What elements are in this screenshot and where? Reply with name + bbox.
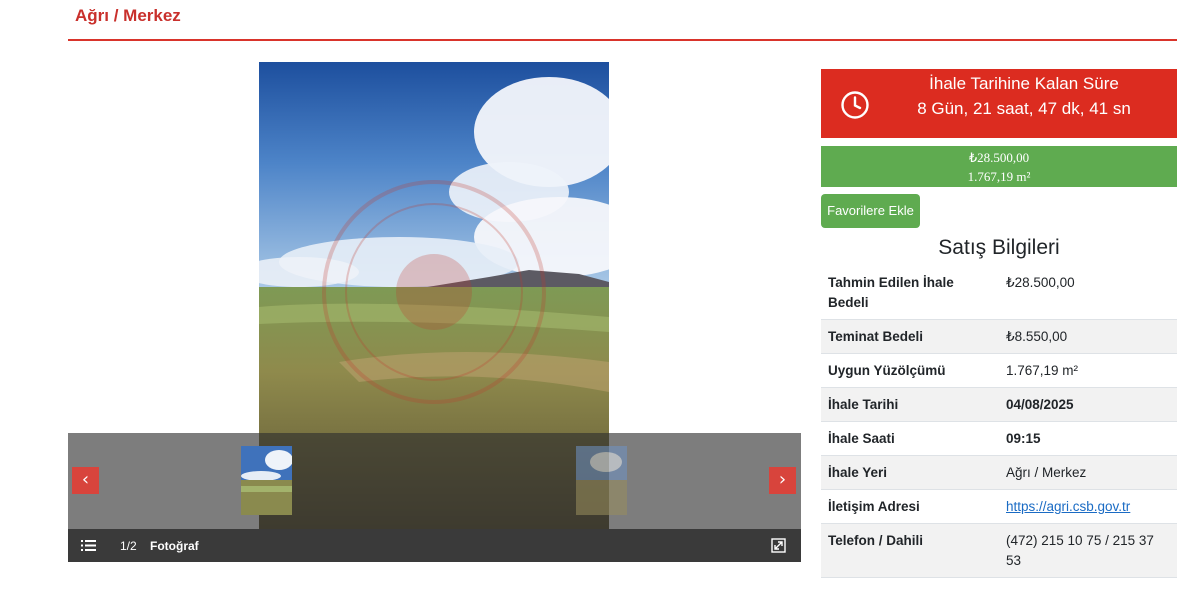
thumbnail-strip xyxy=(68,433,801,529)
prev-photo-button[interactable]: ‹ xyxy=(72,467,99,494)
row-value: (472) 215 10 75 / 215 37 53 xyxy=(999,523,1177,578)
next-photo-button[interactable]: › xyxy=(769,467,796,494)
row-label: Telefon / Dahili xyxy=(821,523,999,578)
row-label: İhale Saati xyxy=(821,421,999,456)
row-value: 09:15 xyxy=(999,421,1177,456)
countdown-title: İhale Tarihine Kalan Süre xyxy=(929,74,1119,93)
table-row: Telefon / Dahili (472) 215 10 75 / 215 3… xyxy=(821,523,1177,578)
price-summary: ₺28.500,00 1.767,19 m² xyxy=(821,146,1177,187)
table-row: Uygun Yüzölçümü 1.767,19 m² xyxy=(821,353,1177,388)
row-value: ₺8.550,00 xyxy=(999,319,1177,354)
table-row: Tahmin Edilen İhale Bedeli ₺28.500,00 xyxy=(821,266,1177,320)
table-row: İhale Saati 09:15 xyxy=(821,421,1177,456)
gallery-toolbar: 1/2 Fotoğraf xyxy=(68,529,801,562)
table-row: İhale Yeri Ağrı / Merkez xyxy=(821,455,1177,490)
table-row: Teminat Bedeli ₺8.550,00 xyxy=(821,319,1177,354)
sales-info-table: Tahmin Edilen İhale Bedeli ₺28.500,00 Te… xyxy=(821,266,1177,578)
contact-address-link[interactable]: https://agri.csb.gov.tr xyxy=(1006,499,1130,514)
list-icon[interactable] xyxy=(81,538,96,553)
title-divider xyxy=(68,39,1177,41)
clock-icon xyxy=(841,91,869,119)
thumbnail-1[interactable] xyxy=(241,446,292,515)
sales-info-title: Satış Bilgileri xyxy=(938,236,1060,259)
countdown-value: 8 Gün, 21 saat, 47 dk, 41 sn xyxy=(917,99,1131,118)
row-value: https://agri.csb.gov.tr xyxy=(999,489,1177,524)
photo-counter: 1/2 xyxy=(120,539,137,553)
fullscreen-icon[interactable] xyxy=(771,538,786,553)
row-value: 1.767,19 m² xyxy=(999,353,1177,388)
price-area: 1.767,19 m² xyxy=(967,169,1031,184)
price-amount: ₺28.500,00 xyxy=(968,150,1030,165)
row-label: İletişim Adresi xyxy=(821,489,999,524)
row-label: Teminat Bedeli xyxy=(821,319,999,354)
row-label: İhale Tarihi xyxy=(821,387,999,422)
row-value: 04/08/2025 xyxy=(999,387,1177,422)
table-row: İhale Tarihi 04/08/2025 xyxy=(821,387,1177,422)
add-to-favorites-button[interactable]: Favorilere Ekle xyxy=(821,194,920,228)
page-title: Ağrı / Merkez xyxy=(75,6,181,25)
countdown-box: İhale Tarihine Kalan Süre 8 Gün, 21 saat… xyxy=(821,69,1177,138)
row-value: Ağrı / Merkez xyxy=(999,455,1177,490)
photo-caption: Fotoğraf xyxy=(150,539,199,553)
thumbnail-2[interactable] xyxy=(576,446,627,515)
row-value: ₺28.500,00 xyxy=(999,266,1177,320)
row-label: Tahmin Edilen İhale Bedeli xyxy=(821,266,999,320)
row-label: Uygun Yüzölçümü xyxy=(821,353,999,388)
photo-gallery: ‹ › 1/2 Fotoğraf xyxy=(68,62,801,562)
row-label: İhale Yeri xyxy=(821,455,999,490)
table-row: İletişim Adresi https://agri.csb.gov.tr xyxy=(821,489,1177,524)
